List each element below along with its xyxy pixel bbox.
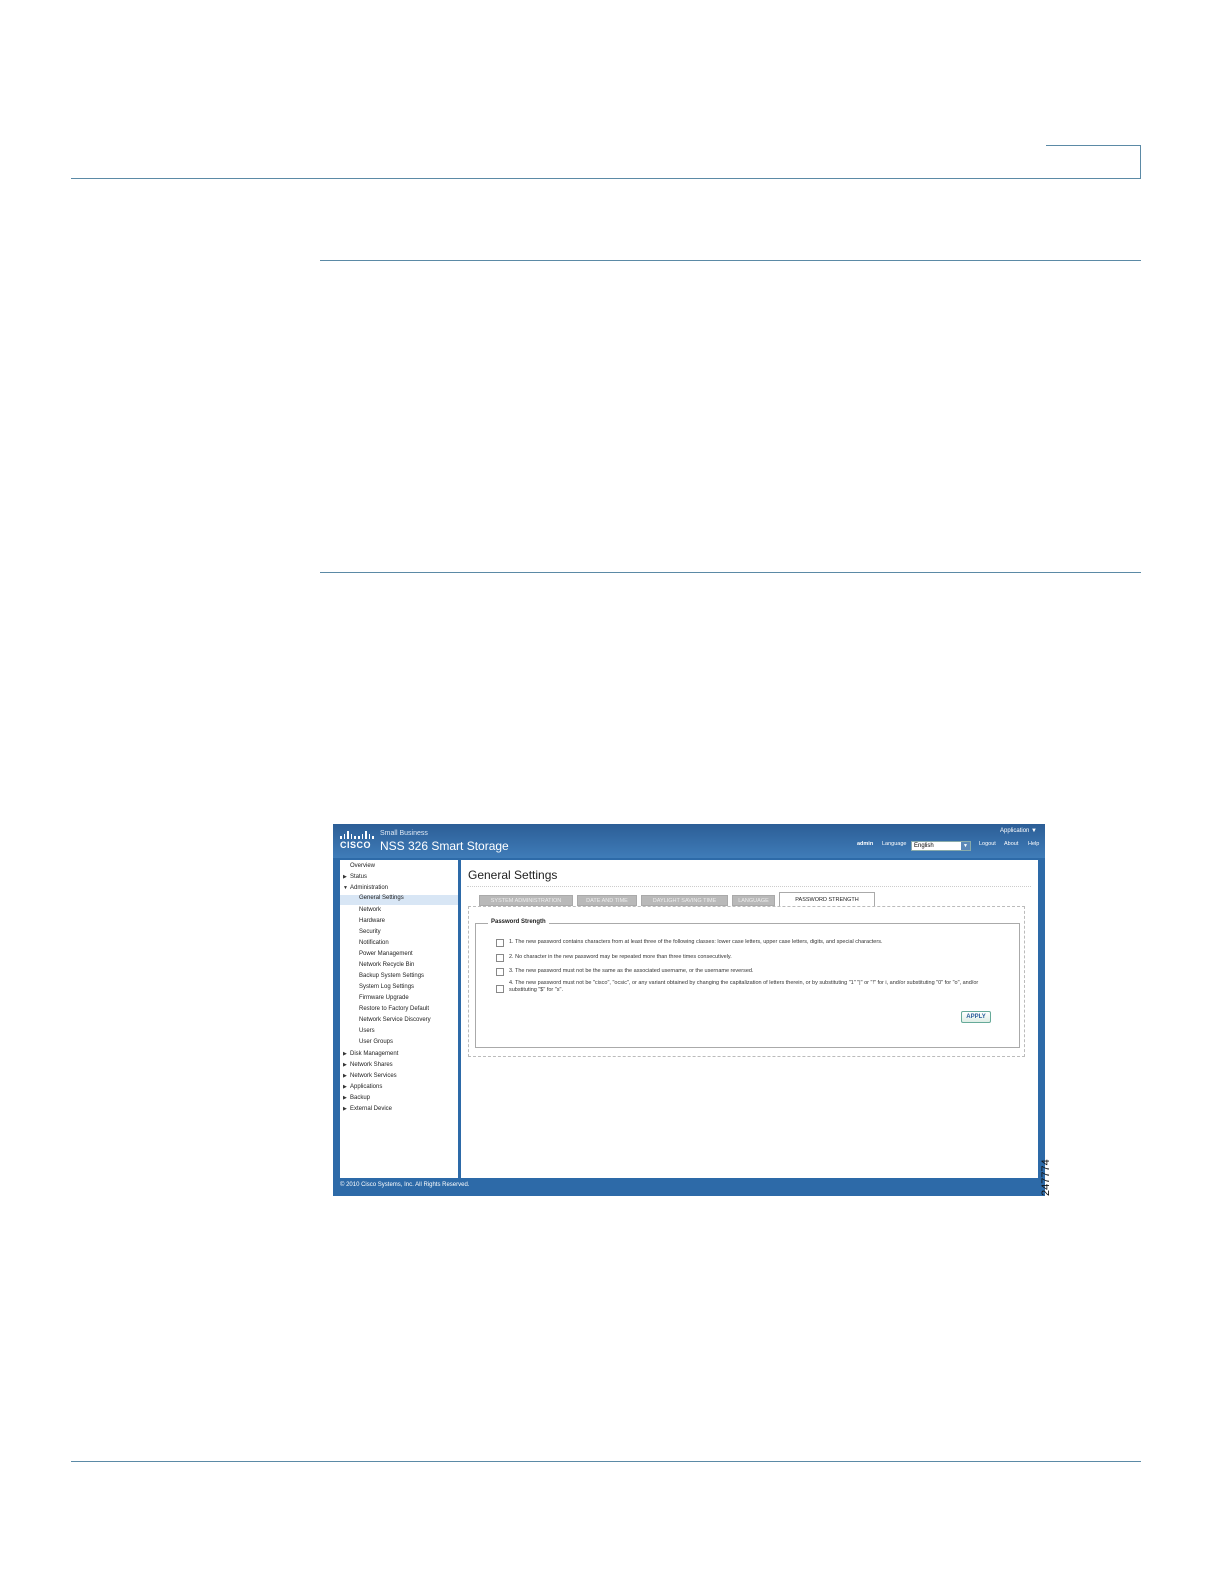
rule-1-text: 1. The new password contains characters … [509, 939, 883, 945]
nav-external-device[interactable]: External Device [350, 1106, 392, 1112]
tab-date-and-time[interactable]: DATE AND TIME [577, 895, 637, 906]
rule-4-text: 4. The new password must not be "cisco",… [509, 980, 979, 993]
nav-administration[interactable]: Administration [350, 885, 388, 891]
about-link[interactable]: About [1004, 841, 1018, 847]
nav-applications[interactable]: Applications [350, 1084, 382, 1090]
copyright-footer: © 2010 Cisco Systems, Inc. All Rights Re… [340, 1182, 470, 1188]
chevron-right-icon: ▶ [343, 1073, 347, 1079]
rule-2-text: 2. No character in the new password may … [509, 954, 732, 960]
product-name: NSS 326 Smart Storage [380, 839, 509, 853]
tab-language[interactable]: LANGUAGE [732, 895, 775, 906]
nss-admin-screenshot: CISCO Small Business NSS 326 Smart Stora… [333, 824, 1045, 1196]
help-link[interactable]: Help [1028, 841, 1039, 847]
logout-link[interactable]: Logout [979, 841, 996, 847]
nav-backup[interactable]: Backup [350, 1095, 370, 1101]
chevron-down-icon: ▼ [343, 885, 348, 891]
cisco-logo: CISCO [340, 830, 374, 850]
nav-overview[interactable]: Overview [350, 863, 375, 869]
nav-status[interactable]: Status [350, 874, 367, 880]
nav-power-management[interactable]: Power Management [359, 951, 413, 957]
chevron-down-icon: ▼ [961, 842, 970, 850]
chevron-right-icon: ▶ [343, 1051, 347, 1057]
chevron-right-icon: ▶ [343, 1084, 347, 1090]
tab-panel: Password Strength 1. The new password co… [468, 906, 1025, 1057]
rule-2-checkbox[interactable] [496, 954, 504, 962]
application-menu[interactable]: Application ▼ [1000, 828, 1037, 834]
tab-password-strength[interactable]: PASSWORD STRENGTH [779, 892, 875, 906]
language-select[interactable]: English ▼ [911, 841, 971, 851]
apply-button[interactable]: APPLY [961, 1011, 991, 1023]
nav-notification[interactable]: Notification [359, 940, 389, 946]
rule-3-checkbox[interactable] [496, 968, 504, 976]
section-rule-top [320, 260, 1141, 261]
nav-network[interactable]: Network [359, 907, 381, 913]
footer-rule [71, 1461, 1141, 1462]
main-content: General Settings SYSTEM ADMINISTRATION D… [461, 860, 1038, 1178]
title-divider [467, 886, 1031, 887]
nav-network-shares[interactable]: Network Shares [350, 1062, 393, 1068]
nav-system-log-settings[interactable]: System Log Settings [359, 984, 414, 990]
nav-restore-factory-default[interactable]: Restore to Factory Default [359, 1006, 429, 1012]
page-title: General Settings [468, 868, 558, 882]
rule-3-text: 3. The new password must not be the same… [509, 968, 754, 974]
nav-disk-management[interactable]: Disk Management [350, 1051, 398, 1057]
tab-daylight-saving-time[interactable]: DAYLIGHT SAVING TIME [641, 895, 728, 906]
language-label: Language [882, 841, 907, 847]
brand-subtitle: Small Business [380, 830, 428, 837]
rule-1-checkbox[interactable] [496, 939, 504, 947]
header-rule [71, 178, 1141, 179]
app-header: CISCO Small Business NSS 326 Smart Stora… [333, 824, 1045, 858]
nav-firmware-upgrade[interactable]: Firmware Upgrade [359, 995, 409, 1001]
nav-network-recycle-bin[interactable]: Network Recycle Bin [359, 962, 414, 968]
nav-user-groups[interactable]: User Groups [359, 1039, 393, 1045]
sidebar-nav: Overview ▶ Status ▼ Administration Gener… [340, 860, 458, 1178]
nav-users[interactable]: Users [359, 1028, 375, 1034]
figure-number: 247774 [1040, 1159, 1052, 1196]
password-strength-fieldset: Password Strength 1. The new password co… [475, 919, 1020, 1048]
nav-network-service-discovery[interactable]: Network Service Discovery [359, 1017, 431, 1023]
nav-hardware[interactable]: Hardware [359, 918, 385, 924]
nav-general-settings[interactable]: General Settings [340, 895, 458, 905]
chevron-right-icon: ▶ [343, 1062, 347, 1068]
nav-network-services[interactable]: Network Services [350, 1073, 397, 1079]
chevron-right-icon: ▶ [343, 1095, 347, 1101]
fieldset-legend: Password Strength [488, 919, 549, 925]
chapter-tab-box [1046, 145, 1141, 179]
chevron-right-icon: ▶ [343, 1106, 347, 1112]
section-rule-bottom [320, 572, 1141, 573]
tab-system-administration[interactable]: SYSTEM ADMINISTRATION [479, 895, 573, 906]
nav-backup-system-settings[interactable]: Backup System Settings [359, 973, 424, 979]
rule-4-checkbox[interactable] [496, 985, 504, 993]
nav-security[interactable]: Security [359, 929, 381, 935]
chevron-right-icon: ▶ [343, 874, 347, 880]
user-name: admin [857, 841, 874, 847]
